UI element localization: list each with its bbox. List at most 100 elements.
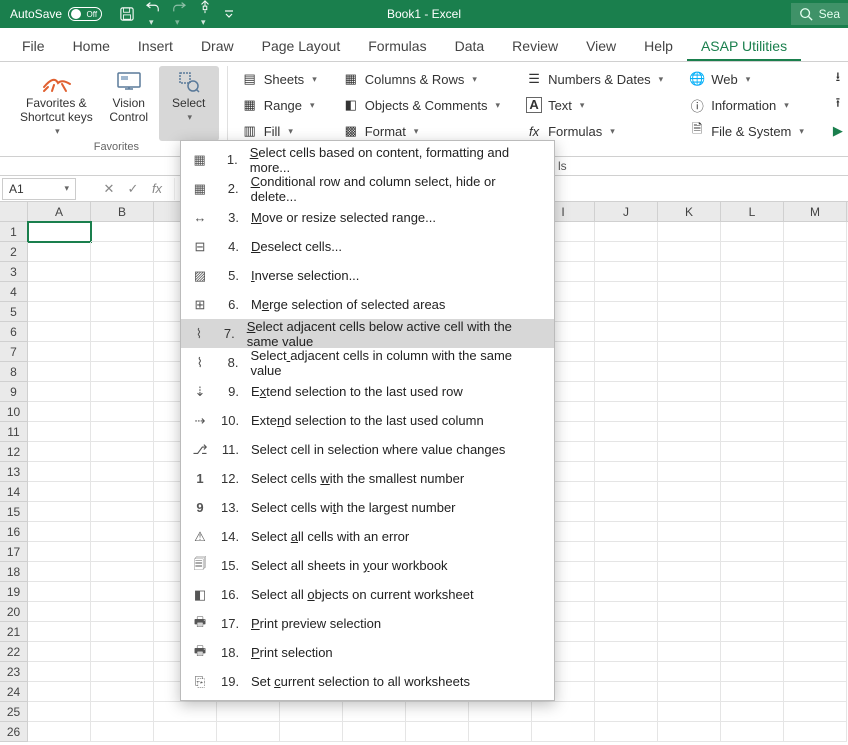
row-header[interactable]: 26 [0, 722, 28, 742]
cell[interactable] [658, 422, 721, 442]
menu-item-3[interactable]: ↔3.Move or resize selected range... [181, 203, 554, 232]
cell[interactable] [721, 562, 784, 582]
cell[interactable] [721, 362, 784, 382]
cell[interactable] [658, 222, 721, 242]
cell[interactable] [721, 482, 784, 502]
row-header[interactable]: 17 [0, 542, 28, 562]
tab-page-layout[interactable]: Page Layout [248, 32, 355, 61]
cell[interactable] [154, 722, 217, 742]
cell[interactable] [91, 382, 154, 402]
cell[interactable] [469, 702, 532, 722]
cell[interactable] [658, 662, 721, 682]
cell[interactable] [91, 482, 154, 502]
column-header[interactable]: J [595, 202, 658, 221]
cell[interactable] [721, 442, 784, 462]
search-input[interactable]: Sea [791, 3, 848, 25]
cell[interactable] [784, 362, 847, 382]
cell[interactable] [595, 262, 658, 282]
column-header[interactable]: M [784, 202, 847, 221]
cell[interactable] [721, 702, 784, 722]
cell[interactable] [28, 222, 91, 242]
web-button[interactable]: 🌐Web▾ [683, 68, 810, 90]
cell[interactable] [595, 642, 658, 662]
cell[interactable] [28, 242, 91, 262]
row-header[interactable]: 1 [0, 222, 28, 242]
format-button[interactable]: ▩Format▾ [337, 120, 506, 142]
formulas-button[interactable]: fxFormulas▾ [520, 120, 669, 142]
column-header[interactable]: L [721, 202, 784, 221]
row-header[interactable]: 12 [0, 442, 28, 462]
cell[interactable] [784, 502, 847, 522]
cell[interactable] [658, 462, 721, 482]
cell[interactable] [91, 262, 154, 282]
row-header[interactable]: 23 [0, 662, 28, 682]
cell[interactable] [658, 362, 721, 382]
menu-item-11[interactable]: ⎇11.Select cell in selection where value… [181, 435, 554, 464]
cell[interactable] [721, 342, 784, 362]
menu-item-9[interactable]: ⇣9.Extend selection to the last used row [181, 377, 554, 406]
cell[interactable] [28, 522, 91, 542]
tab-formulas[interactable]: Formulas [354, 32, 440, 61]
tab-view[interactable]: View [572, 32, 630, 61]
favorites-button[interactable]: Favorites & Shortcut keys▾ [14, 66, 99, 141]
row-header[interactable]: 10 [0, 402, 28, 422]
tab-home[interactable]: Home [59, 32, 124, 61]
cell[interactable] [595, 562, 658, 582]
cell[interactable] [28, 362, 91, 382]
cell[interactable] [784, 582, 847, 602]
cell[interactable] [721, 242, 784, 262]
cell[interactable] [784, 382, 847, 402]
cell[interactable] [91, 642, 154, 662]
cell[interactable] [91, 582, 154, 602]
cell[interactable] [532, 702, 595, 722]
fx-button[interactable]: fx [146, 178, 168, 200]
cell[interactable] [784, 282, 847, 302]
cell[interactable] [658, 542, 721, 562]
cell[interactable] [91, 682, 154, 702]
cell[interactable] [28, 682, 91, 702]
cell[interactable] [784, 542, 847, 562]
qat-customize-button[interactable] [224, 9, 234, 19]
cell[interactable] [595, 362, 658, 382]
cell[interactable] [91, 602, 154, 622]
cell[interactable] [28, 542, 91, 562]
cell[interactable] [658, 442, 721, 462]
cell[interactable] [91, 462, 154, 482]
cell[interactable] [595, 222, 658, 242]
cell[interactable] [28, 442, 91, 462]
cell[interactable] [658, 382, 721, 402]
cell[interactable] [91, 722, 154, 742]
cell[interactable] [784, 442, 847, 462]
undo-button[interactable]: ▾ [146, 0, 160, 28]
cell[interactable] [91, 282, 154, 302]
cell[interactable] [784, 462, 847, 482]
cell[interactable] [91, 702, 154, 722]
row-header[interactable]: 6 [0, 322, 28, 342]
cell[interactable] [721, 282, 784, 302]
cell[interactable] [91, 622, 154, 642]
row-header[interactable]: 14 [0, 482, 28, 502]
row-header[interactable]: 7 [0, 342, 28, 362]
menu-item-7[interactable]: ⌇7.Select adjacent cells below active ce… [181, 319, 554, 348]
cell[interactable] [28, 402, 91, 422]
cell[interactable] [595, 522, 658, 542]
cell[interactable] [721, 502, 784, 522]
cell[interactable] [721, 682, 784, 702]
menu-item-10[interactable]: ⇢10.Extend selection to the last used co… [181, 406, 554, 435]
columns-rows-button[interactable]: ▦Columns & Rows▾ [337, 68, 506, 90]
cell[interactable] [784, 342, 847, 362]
cell[interactable] [784, 622, 847, 642]
row-header[interactable]: 21 [0, 622, 28, 642]
cell[interactable] [595, 662, 658, 682]
cell[interactable] [784, 482, 847, 502]
cell[interactable] [784, 522, 847, 542]
cell[interactable] [595, 722, 658, 742]
cell[interactable] [658, 702, 721, 722]
cell[interactable] [721, 622, 784, 642]
cell[interactable] [532, 722, 595, 742]
cell[interactable] [595, 302, 658, 322]
select-all-corner[interactable] [0, 202, 28, 221]
row-header[interactable]: 13 [0, 462, 28, 482]
cell[interactable] [784, 682, 847, 702]
cell[interactable] [658, 322, 721, 342]
